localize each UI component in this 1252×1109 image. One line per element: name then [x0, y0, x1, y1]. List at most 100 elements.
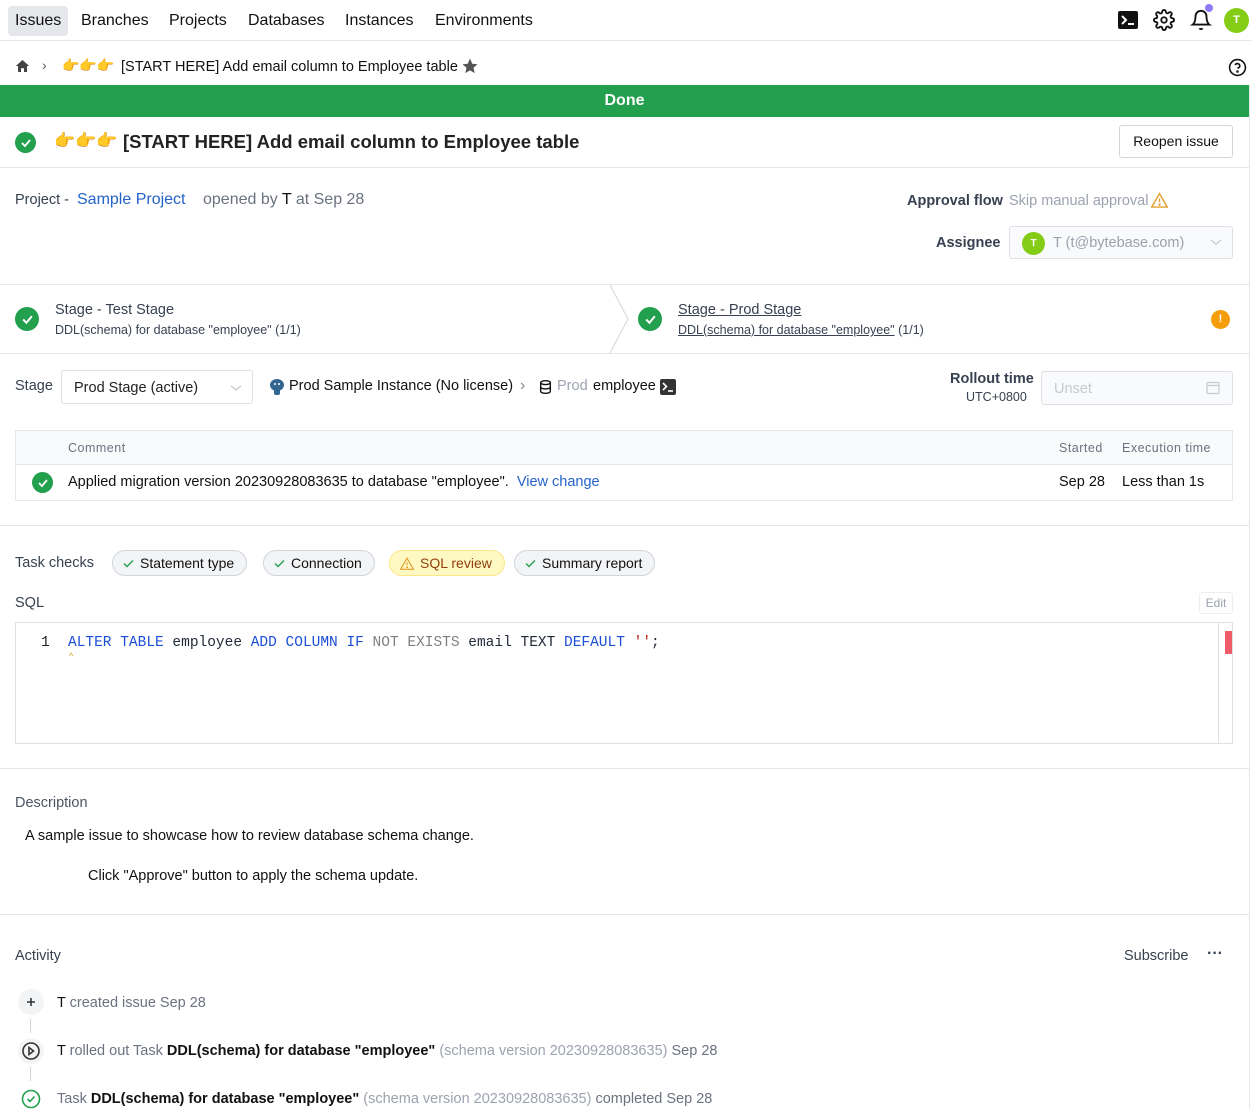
stage-select[interactable]: Prod Stage (active): [61, 370, 253, 404]
rollout-time-placeholder: Unset: [1054, 381, 1092, 397]
stage-check-icon: [15, 307, 39, 331]
nav-environments[interactable]: Environments: [428, 6, 540, 36]
opened-prefix: opened by: [203, 191, 278, 208]
chevron-down-icon: [230, 383, 242, 393]
check-label: Statement type: [140, 555, 235, 571]
run-execution-time: Less than 1s: [1122, 474, 1205, 490]
gear-icon[interactable]: [1153, 9, 1175, 31]
run-started: Sep 28: [1059, 474, 1105, 490]
activity-prefix: Task: [57, 1091, 87, 1107]
activity-item: T rolled out Task DDL(schema) for databa…: [57, 1043, 717, 1059]
database-link[interactable]: employee: [593, 378, 656, 394]
top-nav: Issues Branches Projects Databases Insta…: [0, 0, 1252, 41]
nav-branches[interactable]: Branches: [74, 6, 156, 36]
approval-flow-value: Skip manual approval: [1009, 193, 1149, 209]
alert-badge[interactable]: !: [1211, 310, 1230, 329]
nav-databases[interactable]: Databases: [241, 6, 332, 36]
approval-flow-label: Approval flow: [907, 193, 1003, 209]
stage-separator: [609, 285, 629, 353]
divider: [0, 914, 1249, 915]
sql-code-line[interactable]: ALTER TABLE employee ADD COLUMN IF NOT E…: [68, 635, 660, 651]
stage-check-icon: [638, 307, 662, 331]
activity-detail: (schema version 20230928083635): [439, 1043, 668, 1059]
sql-token: ;: [651, 635, 660, 651]
home-icon[interactable]: [15, 59, 30, 73]
assignee-label: Assignee: [936, 235, 1001, 251]
project-link[interactable]: Sample Project: [77, 191, 186, 209]
sql-editor[interactable]: 1 ALTER TABLE employee ADD COLUMN IF NOT…: [15, 622, 1233, 744]
user-avatar[interactable]: T: [1224, 8, 1249, 33]
description-line-1: A sample issue to showcase how to review…: [25, 828, 474, 844]
notification-dot: [1205, 4, 1213, 12]
sql-token: ADD COLUMN IF: [250, 635, 364, 651]
warning-icon: [400, 556, 414, 570]
task-checks-label: Task checks: [15, 555, 94, 571]
reopen-issue-button[interactable]: Reopen issue: [1119, 125, 1233, 158]
sql-token: '': [624, 635, 652, 651]
th-comment: Comment: [68, 441, 126, 455]
stage-test[interactable]: Stage - Test Stage DDL(schema) for datab…: [0, 285, 625, 353]
table-row: Applied migration version 20230928083635…: [16, 465, 1232, 500]
opened-by: opened by T at Sep 28: [203, 191, 364, 209]
activity-user[interactable]: T: [57, 995, 66, 1011]
assignee-select[interactable]: T T (t@bytebase.com): [1009, 226, 1233, 259]
breadcrumb: › 👉👉👉 [START HERE] Add email column to E…: [0, 41, 1252, 85]
stage-pipeline: Stage - Test Stage DDL(schema) for datab…: [0, 284, 1249, 354]
activity-task[interactable]: DDL(schema) for database "employee": [91, 1091, 359, 1107]
opened-suffix: at Sep 28: [295, 191, 365, 208]
terminal-icon[interactable]: [1118, 10, 1138, 30]
subscribe-button[interactable]: Subscribe: [1124, 948, 1188, 964]
check-connection[interactable]: Connection: [263, 550, 375, 576]
nav-issues[interactable]: Issues: [8, 6, 69, 36]
lint-squiggle: ^: [69, 651, 74, 661]
check-summary-report[interactable]: Summary report: [514, 550, 656, 576]
bell-icon[interactable]: [1190, 4, 1213, 31]
sql-editor-icon[interactable]: [660, 379, 676, 395]
stage-test-count: (1/1): [275, 323, 301, 337]
stage-prod-subtitle: DDL(schema) for database "employee" (1/1…: [678, 323, 924, 337]
activity-text: rolled out Task: [69, 1043, 163, 1059]
check-statement-type[interactable]: Statement type: [112, 550, 248, 576]
database-icon: [539, 380, 552, 394]
description-line-2: Click "Approve" button to apply the sche…: [88, 868, 419, 884]
stage-prod-name: Prod Stage: [728, 302, 802, 318]
divider: [0, 768, 1249, 769]
instance-link[interactable]: Prod Sample Instance (No license): [289, 378, 513, 394]
activity-date: Sep 28: [671, 1043, 718, 1059]
stage-prod[interactable]: Stage - Prod Stage DDL(schema) for datab…: [630, 285, 1249, 353]
postgres-icon: [269, 378, 285, 396]
plus-icon: [18, 989, 44, 1015]
run-comment: Applied migration version 20230928083635…: [68, 474, 600, 490]
help-icon[interactable]: [1228, 58, 1247, 77]
check-icon: [123, 559, 134, 567]
edit-sql-button[interactable]: Edit: [1199, 592, 1233, 614]
rollout-time-picker[interactable]: Unset: [1041, 371, 1233, 405]
check-label: SQL review: [420, 555, 492, 571]
view-change-link[interactable]: View change: [517, 474, 600, 490]
stage-prod-task: DDL(schema) for database "employee": [678, 323, 895, 337]
scrollbar-track: [1218, 623, 1219, 743]
task-run-table: Comment Started Execution time Applied m…: [15, 430, 1233, 501]
nav-projects[interactable]: Projects: [162, 6, 234, 36]
stage-prod-prefix: Stage: [678, 302, 716, 318]
activity-text: created issue Sep 28: [69, 995, 206, 1011]
nav-instances[interactable]: Instances: [338, 6, 420, 36]
activity-item: T created issue Sep 28: [57, 995, 206, 1011]
activity-label: Activity: [15, 948, 61, 964]
stage-prod-sep: -: [719, 302, 725, 318]
issue-title[interactable]: [START HERE] Add email column to Employe…: [123, 131, 579, 153]
activity-task[interactable]: DDL(schema) for database "employee": [167, 1043, 435, 1059]
activity-user[interactable]: T: [57, 1043, 66, 1059]
database-env: Prod: [557, 378, 588, 394]
opened-user[interactable]: T: [282, 191, 291, 208]
activity-item: Task DDL(schema) for database "employee"…: [57, 1091, 712, 1107]
check-sql-review[interactable]: SQL review: [389, 550, 505, 576]
chevron-down-icon: [1210, 237, 1222, 247]
issue-header: 👉👉👉 [START HERE] Add email column to Emp…: [0, 117, 1249, 168]
divider: [0, 525, 1249, 526]
pointing-emoji: 👉👉👉: [62, 57, 115, 73]
page-edge: [1249, 85, 1250, 1109]
star-icon[interactable]: [461, 57, 479, 75]
more-options-icon[interactable]: ···: [1207, 945, 1223, 963]
sql-token: ALTER TABLE: [68, 635, 164, 651]
